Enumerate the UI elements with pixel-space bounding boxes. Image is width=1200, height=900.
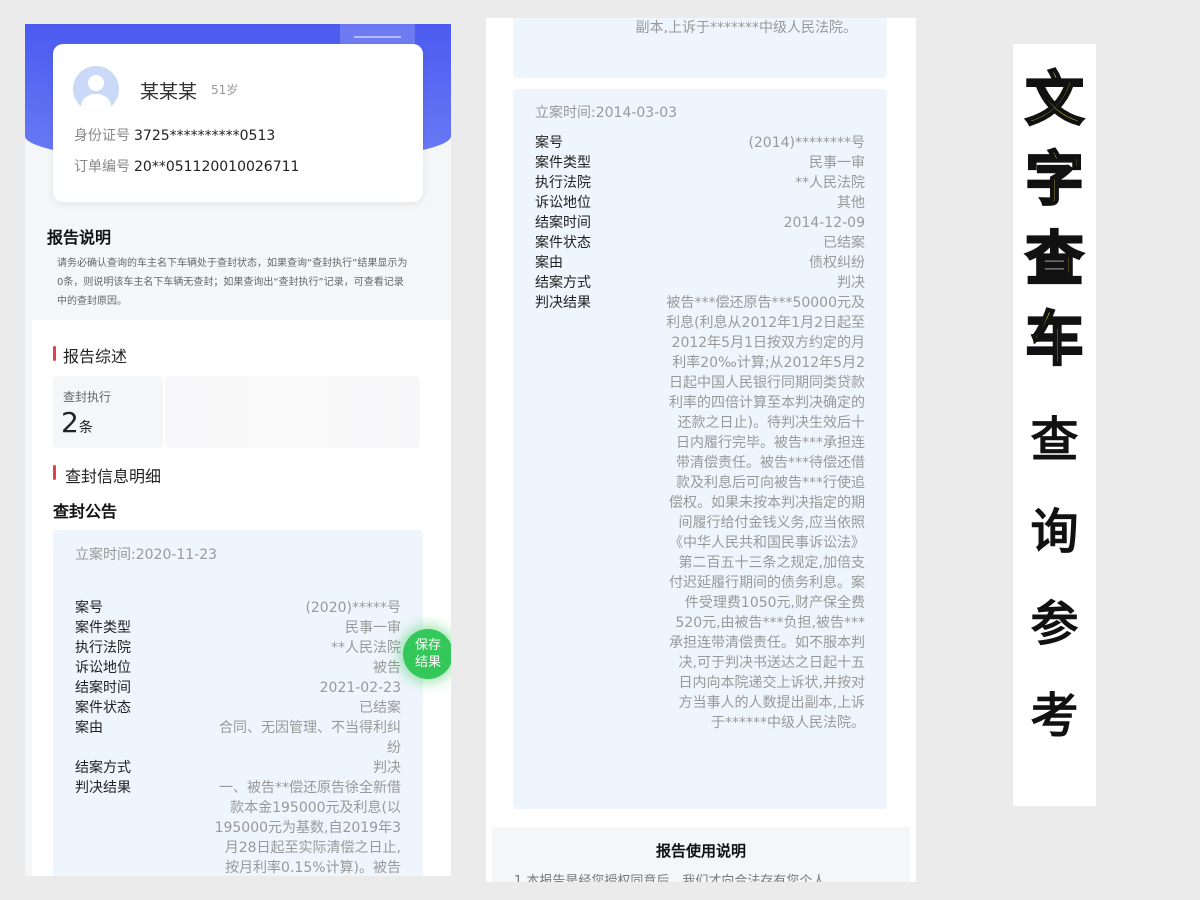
left-screenshot: 某某某 51岁 身份证号 3725**********0513 订单编号 20**0… bbox=[25, 24, 451, 876]
case-card-previous: 交上诉状,并按对方当事人的人数提出副本,上诉于*******中级人民法院。 bbox=[513, 18, 887, 78]
case-field-value: **人民法院 bbox=[795, 175, 865, 191]
profile-card: 某某某 51岁 身份证号 3725**********0513 订单编号 20**0… bbox=[53, 44, 423, 202]
report-usage-title: 报告使用说明 bbox=[655, 842, 746, 860]
case-field-value: 一、被告**偿还原告徐全新借款本金195000元及利息(以195000元为基数,… bbox=[214, 780, 401, 876]
title-char-7: 参 bbox=[1030, 596, 1079, 652]
case-row: 判决结果 被告***偿还原告***50000元及利息(利息从2012年1月2日起至… bbox=[535, 293, 865, 733]
case-card: 立案时间:2014-03-03 案号 (2014)********号案件类型 民事一… bbox=[513, 89, 887, 809]
profile-name: 某某某 bbox=[140, 81, 198, 103]
case-row: 结案时间 2021-02-23 bbox=[75, 678, 401, 698]
case-field-value: 已结案 bbox=[823, 235, 865, 251]
title-char-1: 文 bbox=[1024, 64, 1085, 135]
case-field-label: 执行法院 bbox=[535, 175, 591, 191]
stat-label: 查封执行 bbox=[63, 390, 112, 404]
stat-value: 2条 bbox=[61, 406, 93, 439]
report-description-title: 报告说明 bbox=[47, 228, 112, 247]
report-usage-text: 1.本报告是经您授权同意后，我们才向合法存有您个人 bbox=[514, 874, 826, 882]
previous-case-tail: 交上诉状,并按对方当事人的人数提出副本,上诉于*******中级人民法院。 bbox=[635, 20, 857, 36]
title-char-2: 字 bbox=[1024, 144, 1085, 215]
title-char-3: 查 bbox=[1024, 224, 1085, 295]
case-field-label: 诉讼地位 bbox=[535, 195, 591, 211]
case-field-value: 已结案 bbox=[359, 700, 401, 716]
profile-age: 51岁 bbox=[211, 83, 239, 97]
case-card: 立案时间:2020-11-23 案号 (2020)*****号案件类型 民事一审执行… bbox=[53, 530, 423, 876]
case-row: 结案方式 判决 bbox=[535, 273, 865, 293]
case-field-value: 其他 bbox=[837, 195, 865, 211]
case-field-value: 民事一审 bbox=[809, 155, 865, 171]
case-date: 立案时间:2020-11-23 bbox=[75, 547, 218, 563]
id-number-value: 3725**********0513 bbox=[134, 128, 276, 144]
id-number-label: 身份证号 bbox=[74, 128, 130, 144]
case-field-value: (2014)********号 bbox=[748, 135, 865, 151]
case-row: 结案时间 2014-12-09 bbox=[535, 213, 865, 233]
title-char-5: 查 bbox=[1030, 412, 1079, 468]
avatar-icon bbox=[73, 66, 119, 112]
case-field-value: 判决 bbox=[837, 275, 865, 291]
case-field-value: 被告***偿还原告***50000元及利息(利息从2012年1月2日起至2012… bbox=[666, 295, 865, 731]
case-field-label: 判决结果 bbox=[535, 295, 591, 311]
order-number-value: 20**051120010026711 bbox=[134, 159, 300, 175]
case-row: 结案方式 判决 bbox=[75, 758, 401, 778]
case-row: 案件状态 已结案 bbox=[535, 233, 865, 253]
order-number-row: 订单编号 20**051120010026711 bbox=[74, 156, 299, 176]
case-field-label: 结案方式 bbox=[75, 760, 131, 776]
save-result-button[interactable]: 保存 结果 bbox=[403, 629, 451, 679]
title-char-6: 询 bbox=[1030, 504, 1079, 560]
case-field-value: 合同、无因管理、不当得利纠纷 bbox=[219, 720, 401, 756]
case-date: 立案时间:2014-03-03 bbox=[535, 105, 678, 121]
title-char-4: 车 bbox=[1024, 304, 1085, 375]
case-field-label: 执行法院 bbox=[75, 640, 131, 656]
case-row: 案件类型 民事一审 bbox=[535, 153, 865, 173]
case-field-label: 结案时间 bbox=[535, 215, 591, 231]
case-row: 诉讼地位 被告 bbox=[75, 658, 401, 678]
stat-card-blurred bbox=[165, 376, 420, 448]
case-field-value: **人民法院 bbox=[331, 640, 401, 656]
report-description-text: 请务必确认查询的车主名下车辆处于查封状态，如果查询“查封执行”结果显示为0条，则… bbox=[57, 258, 408, 307]
case-field-label: 案号 bbox=[535, 135, 563, 151]
summary-title: 报告综述 bbox=[63, 347, 128, 366]
title-banner: 文 字 查 车 查 询 参 考 bbox=[1013, 44, 1096, 806]
case-row: 判决结果 一、被告**偿还原告徐全新借款本金195000元及利息(以195000元… bbox=[75, 778, 401, 876]
case-field-label: 案由 bbox=[75, 720, 103, 736]
detail-title: 查封信息明细 bbox=[65, 467, 162, 486]
case-row: 执行法院 **人民法院 bbox=[75, 638, 401, 658]
case-row: 执行法院 **人民法院 bbox=[535, 173, 865, 193]
case-field-label: 案件类型 bbox=[535, 155, 591, 171]
report-usage-section: 报告使用说明 1.本报告是经您授权同意后，我们才向合法存有您个人 bbox=[492, 827, 910, 882]
case-field-label: 诉讼地位 bbox=[75, 660, 131, 676]
stat-card: 查封执行 2条 bbox=[53, 376, 163, 448]
id-number-row: 身份证号 3725**********0513 bbox=[74, 125, 275, 145]
case-field-value: 被告 bbox=[373, 660, 401, 676]
case-row: 案号 (2014)********号 bbox=[535, 133, 865, 153]
case-row: 案件状态 已结案 bbox=[75, 698, 401, 718]
section-marker bbox=[53, 465, 56, 480]
case-field-label: 案由 bbox=[535, 255, 563, 271]
order-number-label: 订单编号 bbox=[74, 159, 130, 175]
case-row: 诉讼地位 其他 bbox=[535, 193, 865, 213]
case-row: 案由 合同、无因管理、不当得利纠纷 bbox=[75, 718, 401, 758]
case-field-label: 案件状态 bbox=[535, 235, 591, 251]
case-row: 案件类型 民事一审 bbox=[75, 618, 401, 638]
case-row: 案由 债权纠纷 bbox=[535, 253, 865, 273]
title-char-8: 考 bbox=[1030, 688, 1079, 744]
case-field-value: 债权纠纷 bbox=[809, 255, 865, 271]
case-field-label: 案号 bbox=[75, 600, 103, 616]
section-marker bbox=[53, 346, 56, 361]
case-field-value: (2020)*****号 bbox=[305, 600, 401, 616]
case-field-value: 民事一审 bbox=[345, 620, 401, 636]
case-field-value: 2021-02-23 bbox=[319, 680, 401, 696]
case-row: 案号 (2020)*****号 bbox=[75, 598, 401, 618]
case-field-value: 2014-12-09 bbox=[783, 215, 865, 231]
middle-screenshot: 交上诉状,并按对方当事人的人数提出副本,上诉于*******中级人民法院。 立案… bbox=[486, 18, 916, 882]
stat-unit: 条 bbox=[78, 420, 93, 436]
case-field-value: 判决 bbox=[373, 760, 401, 776]
case-field-label: 结案方式 bbox=[535, 275, 591, 291]
case-field-label: 案件类型 bbox=[75, 620, 131, 636]
case-field-label: 结案时间 bbox=[75, 680, 131, 696]
notice-title: 查封公告 bbox=[53, 502, 118, 521]
case-field-label: 案件状态 bbox=[75, 700, 131, 716]
case-field-label: 判决结果 bbox=[75, 780, 131, 796]
